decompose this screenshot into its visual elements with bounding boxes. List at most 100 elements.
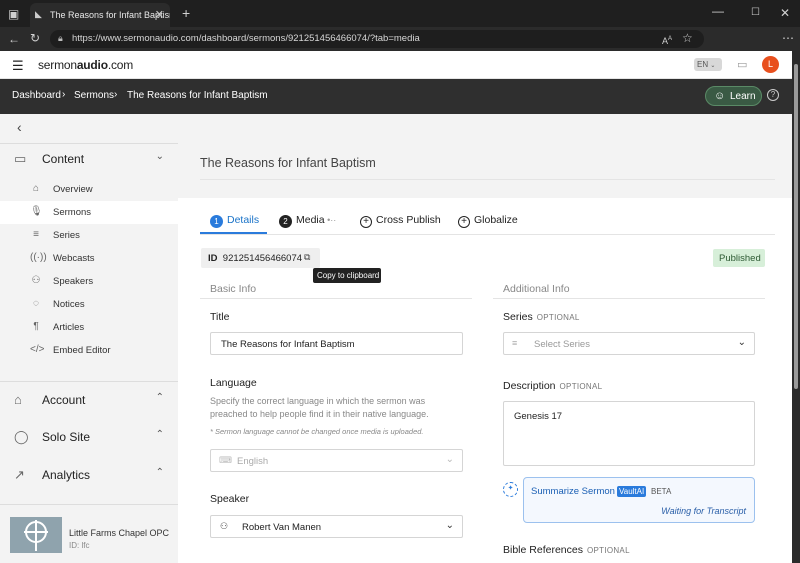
additional-info-heading: Additional Info: [503, 283, 570, 295]
sidebar-item-series[interactable]: ≡ Series: [0, 224, 178, 247]
help-icon[interactable]: ?: [767, 89, 779, 101]
sidebar-section-account[interactable]: ⌂ Account ⌃: [0, 385, 178, 415]
church-id: ID: lfc: [69, 541, 90, 550]
list-icon: ≡: [512, 338, 518, 348]
folder-icon: ▭: [14, 151, 27, 166]
summarize-sermon-box[interactable]: Summarize Sermon VaultAI BETA Waiting fo…: [523, 477, 755, 523]
ai-spinner-icon: ✦: [503, 482, 518, 497]
description-textarea[interactable]: Genesis 17: [503, 401, 755, 466]
home-icon: ⌂: [14, 392, 22, 407]
sidebar: ‹ ▭ Content ⌄ ⌂ Overview 🎙︎ Sermons ≡ Serie…: [0, 114, 178, 563]
sidebar-item-sermons[interactable]: 🎙︎ Sermons: [0, 201, 178, 224]
sidebar-item-webcasts[interactable]: ((·)) Webcasts: [0, 247, 178, 270]
series-label: Series OPTIONAL: [503, 311, 580, 323]
description-label: Description OPTIONAL: [503, 380, 603, 392]
paragraph-icon: ¶: [33, 321, 39, 332]
tab-globalize[interactable]: + Globalize: [458, 214, 518, 234]
title-label: Title: [210, 311, 230, 323]
close-tab-icon[interactable]: ✕: [155, 8, 164, 21]
chevron-down-icon: ⌄: [445, 454, 454, 465]
chevron-up-icon: ⌃: [155, 429, 164, 440]
chat-icon: ◌: [33, 298, 39, 309]
summarize-label: Summarize Sermon: [531, 486, 615, 497]
home-icon: ⌂: [32, 183, 40, 194]
language-selector[interactable]: EN ⌄: [694, 58, 722, 71]
copy-icon[interactable]: ⧉: [304, 252, 310, 263]
series-select[interactable]: ≡ Select Series ⌄: [503, 332, 755, 355]
sermon-id-chip: ID 921251456466074 ⧉: [201, 248, 320, 268]
plus-circle-icon: +: [360, 216, 372, 228]
minimize-icon[interactable]: —: [712, 5, 724, 17]
church-logo: [10, 517, 62, 553]
speaker-select[interactable]: ⚇ Robert Van Manen ⌄: [210, 515, 463, 538]
avatar[interactable]: L: [762, 56, 779, 73]
language-note: * Sermon language cannot be changed once…: [210, 427, 424, 436]
sidebar-item-articles[interactable]: ¶ Articles: [0, 316, 178, 339]
speaker-label: Speaker: [210, 493, 250, 505]
language-label: Language: [210, 377, 257, 389]
breadcrumb-sermons[interactable]: Sermons: [74, 90, 114, 101]
sidebar-item-notices[interactable]: ◌ Notices: [0, 293, 178, 316]
mic-icon: 🎙︎: [30, 206, 43, 217]
waiting-status: Waiting for Transcript: [661, 506, 746, 516]
maximize-icon[interactable]: ☐: [751, 7, 760, 19]
sermonaudio-logo[interactable]: sermonaudio.com: [38, 58, 133, 72]
breadcrumb: Dashboard › Sermons › The Reasons for In…: [0, 79, 792, 114]
beta-badge: BETA: [651, 487, 672, 496]
tooltip: Copy to clipboard: [313, 268, 381, 283]
language-help: Specify the correct language in which th…: [210, 396, 429, 419]
breadcrumb-dashboard[interactable]: Dashboard: [12, 90, 61, 101]
favicon-icon: ◣: [35, 9, 42, 19]
hamburger-menu-icon[interactable]: ☰: [12, 58, 24, 74]
more-menu-icon[interactable]: ⋯: [782, 32, 794, 44]
close-window-icon[interactable]: ✕: [780, 7, 790, 19]
title-input[interactable]: The Reasons for Infant Baptism: [210, 332, 463, 355]
sermon-id-value: 921251456466074: [222, 253, 303, 264]
sidebar-section-solo-site[interactable]: ◯ Solo Site ⌃: [0, 422, 178, 452]
broadcast-icon: ((·)): [30, 252, 47, 263]
reload-icon[interactable]: ↻: [30, 32, 40, 44]
plus-circle-icon: +: [458, 216, 470, 228]
people-icon: ⚇: [31, 275, 41, 286]
sidebar-item-embed-editor[interactable]: </> Embed Editor: [0, 339, 178, 362]
breadcrumb-separator-icon: ›: [62, 89, 66, 100]
person-icon: ⚇: [220, 521, 229, 531]
sidebar-section-content[interactable]: ▭ Content ⌄: [0, 144, 178, 174]
page-title: The Reasons for Infant Baptism: [200, 156, 376, 170]
chevron-up-icon: ⌃: [155, 392, 164, 403]
tab-media[interactable]: 2 Media •··: [279, 214, 336, 234]
tab-actions-icon[interactable]: ▣: [8, 8, 19, 20]
tab-details[interactable]: 1 Details: [210, 214, 259, 234]
url-input[interactable]: 🔒︎ https://www.sermonaudio.com/dashboard…: [50, 30, 704, 48]
new-tab-icon[interactable]: +: [182, 6, 190, 20]
tab-cross-publish[interactable]: + Cross Publish: [360, 214, 441, 234]
chevron-down-icon: ⌄: [737, 337, 746, 348]
url-text: https://www.sermonaudio.com/dashboard/se…: [72, 33, 420, 44]
language-select: ⌨ English ⌄: [210, 449, 463, 472]
collapse-sidebar-icon[interactable]: ‹: [17, 119, 22, 135]
favorite-star-icon[interactable]: ☆: [682, 32, 693, 44]
sidebar-item-overview[interactable]: ⌂ Overview: [0, 178, 178, 201]
browser-tab[interactable]: ◣ The Reasons for Infant Baptism | S ✕: [30, 3, 170, 27]
status-badge: Published: [713, 249, 765, 267]
bible-references-label: Bible References OPTIONAL: [503, 544, 630, 556]
keyboard-icon: ⌨: [219, 455, 232, 465]
address-bar: ← ↻ 🔒︎ https://www.sermonaudio.com/dashb…: [0, 27, 800, 72]
code-icon: </>: [30, 344, 45, 355]
learn-icon: ☺: [714, 90, 726, 102]
read-aloud-icon[interactable]: AA: [662, 33, 672, 47]
chevron-down-icon: ⌄: [155, 151, 164, 162]
scrollbar-thumb[interactable]: [794, 64, 798, 389]
vaultai-badge: VaultAI: [617, 486, 647, 497]
back-icon[interactable]: ←: [8, 33, 20, 45]
user-icon: ◯: [14, 429, 29, 444]
sidebar-section-analytics[interactable]: ↗ Analytics ⌃: [0, 460, 178, 490]
breadcrumb-current: The Reasons for Infant Baptism: [127, 90, 268, 101]
lock-icon: 🔒︎: [58, 33, 63, 43]
learn-button[interactable]: ☺ Learn: [705, 86, 762, 106]
tab-title: The Reasons for Infant Baptism | S: [50, 10, 170, 20]
sidebar-item-speakers[interactable]: ⚇ Speakers: [0, 270, 178, 293]
basic-info-heading: Basic Info: [210, 283, 257, 295]
church-name: Little Farms Chapel OPC: [69, 528, 170, 538]
media-icon[interactable]: ▭: [737, 58, 747, 71]
